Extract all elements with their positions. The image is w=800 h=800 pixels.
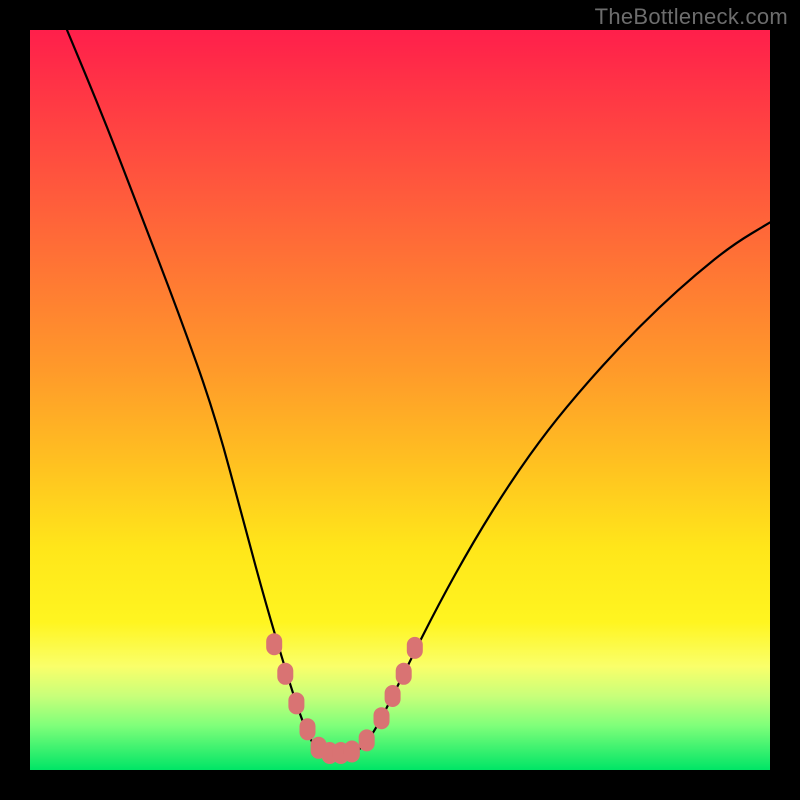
curve-marker bbox=[344, 741, 360, 763]
curve-marker bbox=[385, 685, 401, 707]
watermark-text: TheBottleneck.com bbox=[595, 4, 788, 30]
plot-area bbox=[30, 30, 770, 770]
marker-group bbox=[266, 633, 423, 764]
curve-marker bbox=[359, 729, 375, 751]
curve-marker bbox=[300, 718, 316, 740]
curve-marker bbox=[277, 663, 293, 685]
curve-marker bbox=[407, 637, 423, 659]
curve-marker bbox=[374, 707, 390, 729]
curve-marker bbox=[396, 663, 412, 685]
curve-svg bbox=[30, 30, 770, 770]
chart-frame: TheBottleneck.com bbox=[0, 0, 800, 800]
curve-marker bbox=[288, 692, 304, 714]
curve-marker bbox=[266, 633, 282, 655]
